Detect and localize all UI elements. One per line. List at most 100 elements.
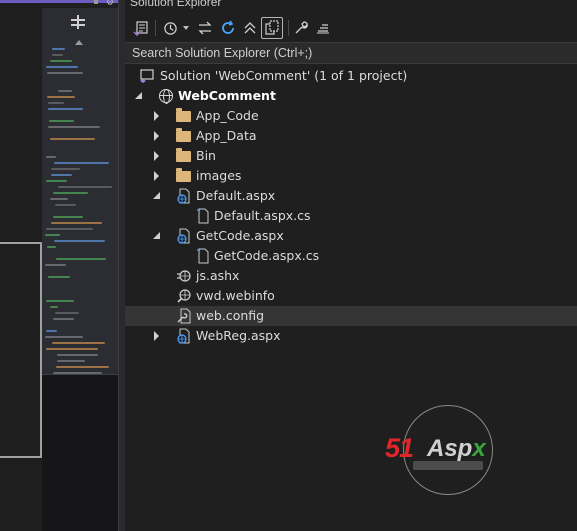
expanded-chevron-icon[interactable] — [135, 92, 142, 99]
tree-item-label: GetCode.aspx — [196, 228, 284, 243]
collapsed-chevron-icon[interactable] — [154, 331, 159, 341]
collapse-all-icon[interactable] — [241, 17, 259, 39]
collapsed-chevron-icon[interactable] — [154, 111, 159, 121]
minimap-code-line — [50, 198, 68, 200]
folder-icon — [176, 148, 191, 162]
web-page-icon — [176, 328, 192, 344]
tree-item-label: App_Data — [196, 128, 257, 143]
tree-item-label: GetCode.aspx.cs — [214, 248, 320, 263]
minimap-code-line — [56, 258, 106, 260]
minimap-code-line — [53, 216, 83, 218]
watermark-brand-number: 51 — [385, 433, 414, 463]
minimap-viewport[interactable] — [42, 374, 118, 531]
minimap-code-line — [46, 228, 93, 230]
minimap-code-line — [50, 60, 72, 62]
web-page-icon — [176, 188, 192, 204]
tree-item-label: js.ashx — [196, 268, 240, 283]
tree-item-file-selected[interactable]: web.config — [125, 306, 577, 326]
tree-item-label: App_Code — [196, 108, 259, 123]
editor-panel-outline — [0, 242, 42, 458]
expanded-chevron-icon[interactable] — [153, 192, 160, 199]
solution-explorer-search[interactable]: Search Solution Explorer (Ctrl+;) — [125, 42, 577, 64]
solution-explorer-toolbar — [125, 14, 577, 42]
tree-item-file[interactable]: GetCode.aspx.cs — [125, 246, 577, 266]
handler-icon — [176, 268, 192, 284]
tree-item-label: Solution 'WebComment' (1 of 1 project) — [160, 68, 408, 83]
minimap-code-line — [45, 264, 66, 266]
active-tab-indicator — [0, 0, 120, 3]
minimap-code-line — [45, 234, 60, 236]
minimap-code-line — [54, 162, 109, 164]
minimap-code-line — [52, 48, 65, 50]
tree-item-label: WebComment — [178, 88, 276, 103]
minimap-code-line — [53, 192, 88, 194]
cs-file-icon — [195, 208, 211, 224]
vertical-scrollbar[interactable] — [118, 0, 125, 531]
folder-icon — [176, 168, 191, 182]
minimap-code-line — [45, 336, 83, 338]
tree-item-label: Default.aspx — [196, 188, 276, 203]
minimap-code-line — [50, 306, 58, 308]
watermark-brand-text: Aspx — [427, 435, 486, 462]
refresh-icon[interactable] — [218, 17, 238, 39]
minimap-code-line — [58, 186, 112, 188]
globe-icon — [159, 89, 173, 104]
code-editor[interactable] — [0, 0, 42, 531]
minimap-code-line — [52, 54, 63, 56]
minimap-code-line — [55, 312, 79, 314]
scroll-up-icon[interactable] — [75, 40, 83, 45]
tree-item-file[interactable]: js.ashx — [125, 266, 577, 286]
history-icon[interactable] — [161, 17, 179, 39]
code-minimap[interactable] — [42, 8, 118, 531]
collapsed-chevron-icon[interactable] — [154, 131, 159, 141]
tree-item-file[interactable]: Default.aspx — [125, 186, 577, 206]
minimap-code-line — [49, 120, 74, 122]
config-icon — [176, 288, 192, 304]
minimap-code-line — [47, 246, 56, 248]
minimap-header — [42, 8, 118, 38]
minimap-code-line — [48, 276, 70, 278]
tree-item-folder[interactable]: App_Data — [125, 126, 577, 146]
minimap-code-line — [51, 174, 72, 176]
sync-with-document-icon[interactable] — [195, 17, 215, 39]
history-dropdown-icon[interactable] — [181, 17, 191, 39]
minimap-code-line — [51, 168, 80, 170]
show-all-files-icon[interactable] — [261, 17, 283, 39]
tree-item-file[interactable]: GetCode.aspx — [125, 226, 577, 246]
switch-views-icon[interactable] — [131, 17, 151, 39]
minimap-code-line — [51, 222, 102, 224]
collapsed-chevron-icon[interactable] — [154, 151, 159, 161]
minimap-code-line — [56, 366, 109, 368]
minimap-code-line — [53, 318, 74, 320]
tree-item-folder[interactable]: App_Code — [125, 106, 577, 126]
tree-item-folder[interactable]: images — [125, 166, 577, 186]
tree-item-solution[interactable]: Solution 'WebComment' (1 of 1 project) — [125, 66, 577, 86]
minimap-code-line — [50, 138, 95, 140]
minimap-code-line — [46, 66, 78, 68]
preview-selected-items-icon[interactable] — [313, 17, 333, 39]
cs-file-icon — [195, 248, 211, 264]
collapsed-chevron-icon[interactable] — [154, 171, 159, 181]
minimap-code-line — [52, 342, 105, 344]
search-placeholder: Search Solution Explorer (Ctrl+;) — [132, 46, 313, 60]
tree-item-file[interactable]: WebReg.aspx — [125, 326, 577, 346]
tree-item-folder[interactable]: Bin — [125, 146, 577, 166]
expanded-chevron-icon[interactable] — [153, 232, 160, 239]
minimap-code-line — [46, 156, 56, 158]
tree-item-project[interactable]: WebComment — [125, 86, 577, 106]
web-page-icon — [176, 228, 192, 244]
properties-icon[interactable] — [291, 17, 311, 39]
minimap-code-line — [46, 180, 67, 182]
settings-icon[interactable]: ⚙ — [106, 0, 114, 8]
config-icon — [176, 308, 192, 324]
split-editor-icon[interactable] — [71, 15, 85, 29]
minimap-code-line — [48, 126, 100, 128]
tree-item-file[interactable]: Default.aspx.cs — [125, 206, 577, 226]
minimap-code-line — [57, 354, 98, 356]
tree-item-label: vwd.webinfo — [196, 288, 275, 303]
tree-item-file[interactable]: vwd.webinfo — [125, 286, 577, 306]
minimize-icon[interactable] — [94, 0, 98, 4]
minimap-code-line — [46, 348, 98, 350]
panel-title: Solution Explorer — [130, 0, 222, 9]
minimap-code-line — [47, 72, 83, 74]
